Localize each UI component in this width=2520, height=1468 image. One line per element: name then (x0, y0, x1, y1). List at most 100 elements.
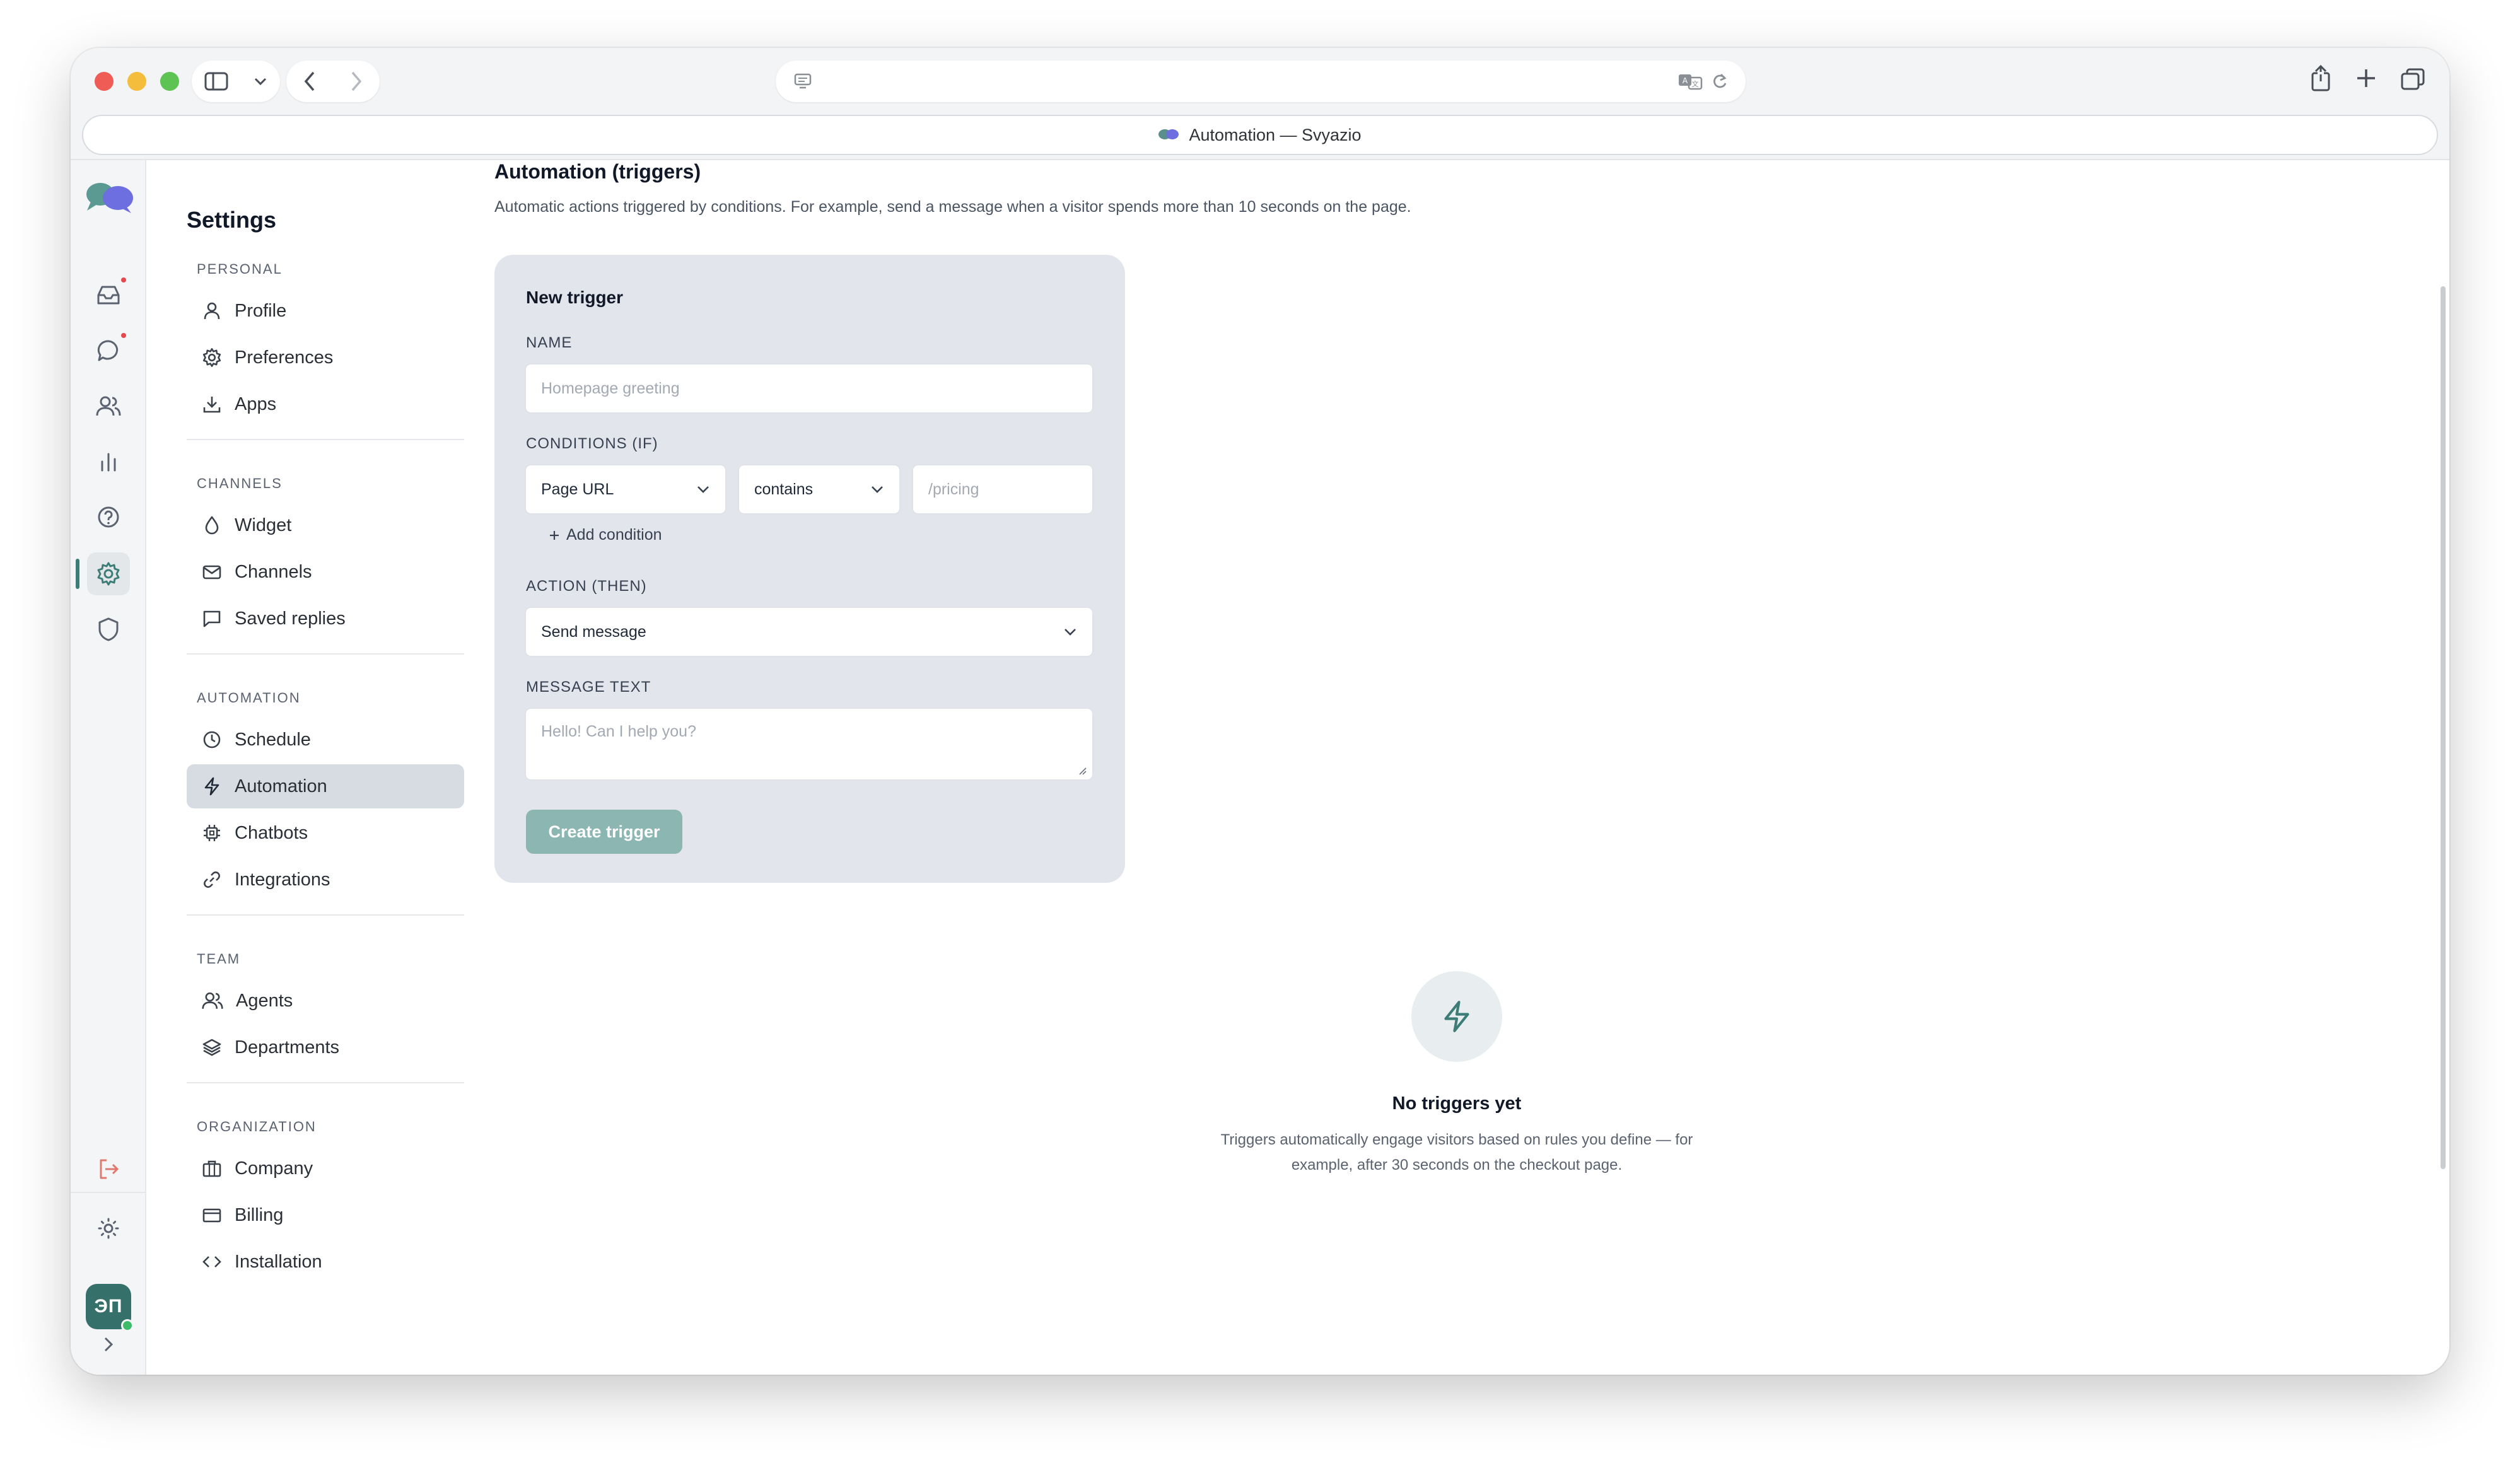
section-label-personal: PERSONAL (197, 261, 283, 277)
window-controls (95, 72, 179, 91)
condition-operator-select[interactable]: contains (738, 464, 901, 515)
lightning-icon (204, 777, 219, 796)
nav-item-installation[interactable]: Installation (187, 1240, 464, 1284)
rail-settings-button[interactable] (87, 552, 130, 595)
nav-item-label: Channels (235, 561, 312, 582)
rail-chats-button[interactable] (87, 329, 130, 372)
nav-item-company[interactable]: Company (187, 1146, 464, 1191)
nav-item-label: Company (235, 1158, 313, 1179)
nav-item-label: Integrations (235, 869, 330, 890)
page-title: Automation (triggers) (494, 160, 701, 183)
chevron-down-icon (872, 486, 883, 493)
code-icon (202, 1256, 221, 1267)
bar-chart-icon (101, 453, 116, 472)
chevron-down-icon (697, 486, 709, 493)
name-placeholder: Homepage greeting (541, 379, 680, 397)
notification-dot (121, 277, 126, 283)
translate-icon[interactable]: A文 (1677, 73, 1703, 90)
back-arrow-icon[interactable] (303, 71, 316, 92)
chat-bubble-icon (97, 340, 119, 361)
main-content: Automation (triggers) Automatic actions … (494, 160, 2449, 1375)
tab-overview-icon[interactable] (2400, 64, 2425, 92)
nav-item-saved-replies[interactable]: Saved replies (187, 597, 464, 641)
nav-item-widget[interactable]: Widget (187, 503, 464, 547)
nav-item-preferences[interactable]: Preferences (187, 335, 464, 380)
rail-inbox-button[interactable] (87, 274, 130, 317)
share-icon[interactable] (2309, 64, 2332, 92)
resize-handle-icon[interactable] (1077, 766, 1087, 776)
svyazio-logo-icon[interactable] (83, 179, 135, 214)
active-tab[interactable]: Automation — Svyazio (82, 115, 2438, 155)
nav-item-label: Agents (236, 990, 293, 1011)
briefcase-icon (202, 1160, 221, 1177)
page-settings-icon[interactable] (793, 73, 812, 90)
nav-item-chatbots[interactable]: Chatbots (187, 811, 464, 855)
toolbar-actions (2309, 64, 2425, 92)
notification-dot (121, 333, 126, 338)
history-navigation (286, 61, 380, 102)
droplet-icon (205, 516, 219, 535)
condition-operator-value: contains (754, 480, 814, 498)
nav-divider (187, 1082, 464, 1083)
add-condition-label: Add condition (566, 526, 662, 544)
scrollbar[interactable] (2441, 286, 2446, 1169)
nav-item-label: Automation (235, 776, 327, 796)
reload-icon[interactable] (1712, 73, 1728, 90)
empty-state-title: No triggers yet (1392, 1093, 1522, 1114)
clock-icon (203, 731, 221, 749)
nav-item-automation[interactable]: Automation (187, 764, 464, 808)
nav-item-integrations[interactable]: Integrations (187, 858, 464, 902)
create-trigger-button[interactable]: Create trigger (526, 810, 682, 854)
expand-rail-button[interactable] (87, 1323, 130, 1366)
nav-item-schedule[interactable]: Schedule (187, 718, 464, 762)
nav-item-profile[interactable]: Profile (187, 289, 464, 333)
section-label-automation: AUTOMATION (197, 690, 301, 706)
inbox-icon (97, 286, 120, 305)
users-icon (202, 992, 223, 1009)
add-condition-button[interactable]: Add condition (549, 526, 662, 544)
condition-value-input[interactable]: /pricing (912, 464, 1094, 515)
chevron-down-icon[interactable] (254, 77, 267, 86)
card-title: New trigger (526, 288, 624, 307)
empty-state-description: Triggers automatically engage visitors b… (1220, 1131, 1693, 1174)
sidebar-toggle-button[interactable] (192, 61, 280, 102)
section-label-organization: ORGANIZATION (197, 1119, 317, 1134)
close-window-button[interactable] (95, 72, 114, 91)
mail-icon (202, 565, 221, 580)
trigger-name-input[interactable]: Homepage greeting (525, 363, 1094, 414)
message-label: MESSAGE TEXT (526, 679, 651, 696)
message-text-area[interactable]: Hello! Can I help you? (525, 708, 1094, 781)
forward-arrow-icon[interactable] (350, 71, 363, 92)
nav-item-apps[interactable]: Apps (187, 382, 464, 426)
message-square-icon (203, 610, 221, 627)
condition-field-select[interactable]: Page URL (525, 464, 726, 515)
address-bar[interactable]: A文 (776, 61, 1746, 102)
rail-logout-button[interactable] (87, 1148, 130, 1191)
user-icon (204, 302, 220, 320)
nav-item-label: Apps (235, 393, 277, 414)
new-tab-icon[interactable] (2355, 64, 2377, 92)
action-select[interactable]: Send message (525, 607, 1094, 657)
rail-analytics-button[interactable] (87, 440, 130, 483)
zoom-window-button[interactable] (160, 72, 179, 91)
svg-text:A: A (1683, 76, 1688, 85)
gear-icon (202, 348, 221, 367)
lightning-icon (1444, 1001, 1469, 1032)
settings-title: Settings (187, 207, 277, 233)
nav-item-label: Billing (235, 1204, 284, 1225)
cpu-icon (204, 825, 220, 841)
rail-help-button[interactable] (87, 496, 130, 539)
minimize-window-button[interactable] (127, 72, 146, 91)
nav-item-channels[interactable]: Channels (187, 550, 464, 594)
nav-divider (187, 439, 464, 440)
chevron-down-icon (1065, 629, 1076, 636)
rail-contacts-button[interactable] (87, 385, 130, 428)
shield-icon (98, 617, 119, 641)
tab-title: Automation — Svyazio (1189, 125, 1362, 144)
nav-item-departments[interactable]: Departments (187, 1025, 464, 1069)
theme-toggle-button[interactable] (87, 1207, 130, 1250)
rail-security-button[interactable] (87, 608, 130, 651)
nav-item-agents[interactable]: Agents (187, 979, 464, 1023)
settings-navigation: Settings PERSONAL Profile Preferences Ap… (187, 160, 465, 1375)
nav-item-billing[interactable]: Billing (187, 1193, 464, 1237)
